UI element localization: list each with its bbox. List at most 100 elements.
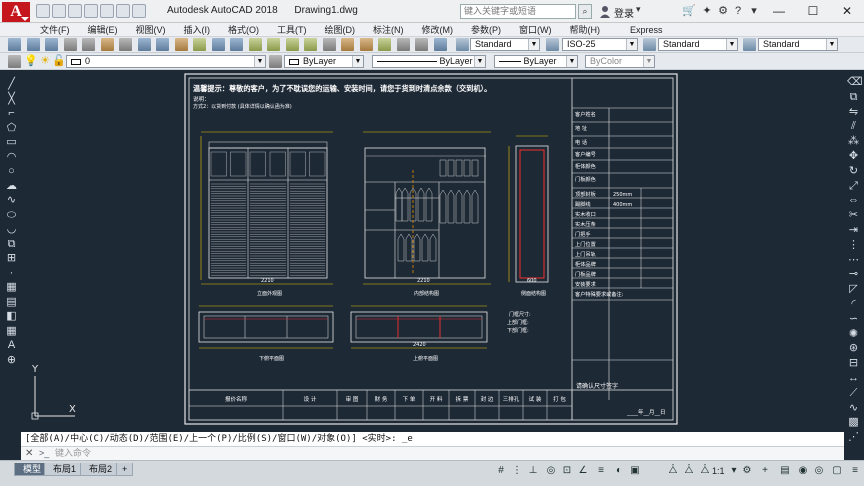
lineweight-select[interactable]: ByLayer ▼: [494, 55, 578, 68]
match-icon[interactable]: [174, 38, 188, 51]
offset-icon[interactable]: ⫽: [847, 120, 860, 133]
preview-icon[interactable]: [82, 38, 95, 51]
arc-icon[interactable]: ◠: [5, 151, 18, 164]
edit-spline-icon[interactable]: ∿: [847, 402, 860, 415]
scale-caret-icon[interactable]: ▾: [727, 464, 741, 478]
ellipse-arc-icon[interactable]: ◡: [5, 223, 18, 236]
join-icon[interactable]: ⊸: [847, 268, 860, 281]
selection-cycle-icon[interactable]: ▣: [628, 464, 642, 478]
menu-item-4[interactable]: 格式(O): [224, 23, 263, 36]
open-icon[interactable]: [52, 4, 66, 18]
annotation-scale[interactable]: 1:1: [712, 464, 725, 478]
gradient-icon[interactable]: ▤: [5, 296, 18, 309]
lock-icon[interactable]: 🔓: [52, 54, 66, 68]
explode-icon[interactable]: ✺: [847, 328, 860, 341]
erase-icon[interactable]: ⌫: [847, 76, 863, 89]
hatch-icon[interactable]: ▦: [5, 281, 18, 294]
menu-item-3[interactable]: 插入(I): [180, 23, 215, 36]
save-icon[interactable]: [68, 4, 82, 18]
block-icon[interactable]: [193, 38, 206, 51]
menu-item-2[interactable]: 视图(V): [132, 23, 170, 36]
minimize-button[interactable]: —: [762, 0, 796, 22]
menu-item-1[interactable]: 编辑(E): [84, 23, 122, 36]
pan-icon[interactable]: [248, 38, 262, 51]
dim-style-select[interactable]: ISO-25 ▼: [562, 38, 638, 51]
lengthen-icon[interactable]: ↔: [847, 372, 860, 385]
tab-layout2[interactable]: 布局2: [80, 463, 122, 476]
command-line[interactable]: ✕ >_ 键入命令: [21, 446, 844, 460]
gear-icon[interactable]: ⚙: [740, 464, 754, 478]
menu-item-7[interactable]: 标注(N): [369, 23, 408, 36]
exchange-icon[interactable]: ✦: [700, 4, 714, 18]
maximize-button[interactable]: ☐: [796, 0, 830, 22]
publish-icon[interactable]: [100, 38, 114, 51]
paste-icon[interactable]: [156, 38, 169, 51]
linetype-select[interactable]: ByLayer ▼: [372, 55, 486, 68]
polygon-icon[interactable]: ⬠: [5, 122, 18, 135]
sun-icon[interactable]: ☀: [38, 54, 52, 68]
otrack-icon[interactable]: ∠: [576, 464, 590, 478]
zoom-window-icon[interactable]: [285, 38, 299, 51]
redo-icon[interactable]: [132, 4, 146, 18]
mirror-icon[interactable]: ⇋: [847, 106, 860, 119]
region-icon[interactable]: ◧: [5, 310, 18, 323]
plus-icon[interactable]: +: [758, 464, 772, 478]
save-icon[interactable]: [45, 38, 58, 51]
zoom-previous-icon[interactable]: [304, 38, 317, 51]
hardware-accel-icon[interactable]: ◎: [812, 464, 826, 478]
match-properties-icon[interactable]: ⊛: [847, 342, 860, 355]
osnap-icon[interactable]: ⊡: [560, 464, 574, 478]
properties-icon[interactable]: [322, 38, 336, 51]
multileader-style-select[interactable]: Standard ▼: [758, 38, 838, 51]
clean-screen-icon[interactable]: ▢: [830, 464, 844, 478]
drawing-canvas[interactable]: 温馨提示：尊敬的客户，为了不耽误您的运输、安装时间，请您于货到时清点余款（交到机…: [21, 70, 844, 432]
table-style-select[interactable]: Standard ▼: [658, 38, 738, 51]
close-button[interactable]: ✕: [830, 0, 864, 22]
saveas-icon[interactable]: [84, 4, 98, 18]
lock-ui-icon[interactable]: ▤: [778, 464, 792, 478]
transparency-icon[interactable]: ◐: [612, 464, 626, 478]
close-icon[interactable]: ✕: [25, 447, 33, 460]
revcloud-icon[interactable]: ☁: [5, 180, 18, 193]
add-selected-icon[interactable]: ⊕: [5, 354, 18, 367]
edit-hatch-icon[interactable]: ▩: [847, 416, 860, 429]
menu-item-8[interactable]: 修改(M): [418, 23, 458, 36]
tab-layout1[interactable]: 布局1: [44, 463, 86, 476]
plot-icon[interactable]: [100, 4, 114, 18]
array-icon[interactable]: ⁂: [847, 135, 860, 148]
undo-icon[interactable]: [116, 4, 130, 18]
trim-icon[interactable]: ✂: [847, 209, 860, 222]
edit-array-icon[interactable]: ⋰: [847, 431, 860, 444]
text-style-select[interactable]: Standard ▼: [470, 38, 540, 51]
binoculars-search-icon[interactable]: ⌕: [578, 4, 592, 19]
plot-icon[interactable]: [63, 38, 77, 51]
cart-icon[interactable]: 🛒: [682, 4, 696, 18]
menu-item-0[interactable]: 文件(F): [36, 23, 74, 36]
user-icon[interactable]: [599, 5, 611, 18]
scale-icon[interactable]: ⤢: [847, 180, 860, 193]
isolate-icon[interactable]: ◉: [796, 464, 810, 478]
sheetset-icon[interactable]: [378, 38, 391, 51]
menu-item-10[interactable]: 窗口(W): [515, 23, 556, 36]
menu-item-11[interactable]: 帮助(H): [566, 23, 605, 36]
open-icon[interactable]: [26, 38, 40, 51]
dim-style-icon[interactable]: [546, 38, 559, 51]
network-icon[interactable]: ⚙: [716, 4, 730, 18]
edit-polyline-icon[interactable]: ⟋: [847, 387, 860, 400]
extend-icon[interactable]: ⇥: [847, 224, 860, 237]
mtext-icon[interactable]: A: [5, 339, 18, 352]
snap-icon[interactable]: ⋮: [510, 464, 524, 478]
new-icon[interactable]: [36, 4, 50, 18]
layer-select[interactable]: 0 ▼: [66, 55, 266, 68]
table-style-icon[interactable]: [643, 38, 656, 51]
chamfer-icon[interactable]: ◸: [847, 283, 860, 296]
command-input[interactable]: 键入命令: [55, 447, 91, 460]
table-icon[interactable]: ▦: [5, 325, 18, 338]
rectangle-icon[interactable]: ▭: [5, 136, 18, 149]
new-icon[interactable]: [8, 38, 21, 51]
chevron-down-icon[interactable]: ▾: [636, 4, 641, 15]
calculator-icon[interactable]: [415, 38, 428, 51]
lineweight-icon[interactable]: ≡: [594, 464, 608, 478]
menu-item-6[interactable]: 绘图(D): [321, 23, 360, 36]
copy-object-icon[interactable]: ⧉: [847, 91, 860, 104]
